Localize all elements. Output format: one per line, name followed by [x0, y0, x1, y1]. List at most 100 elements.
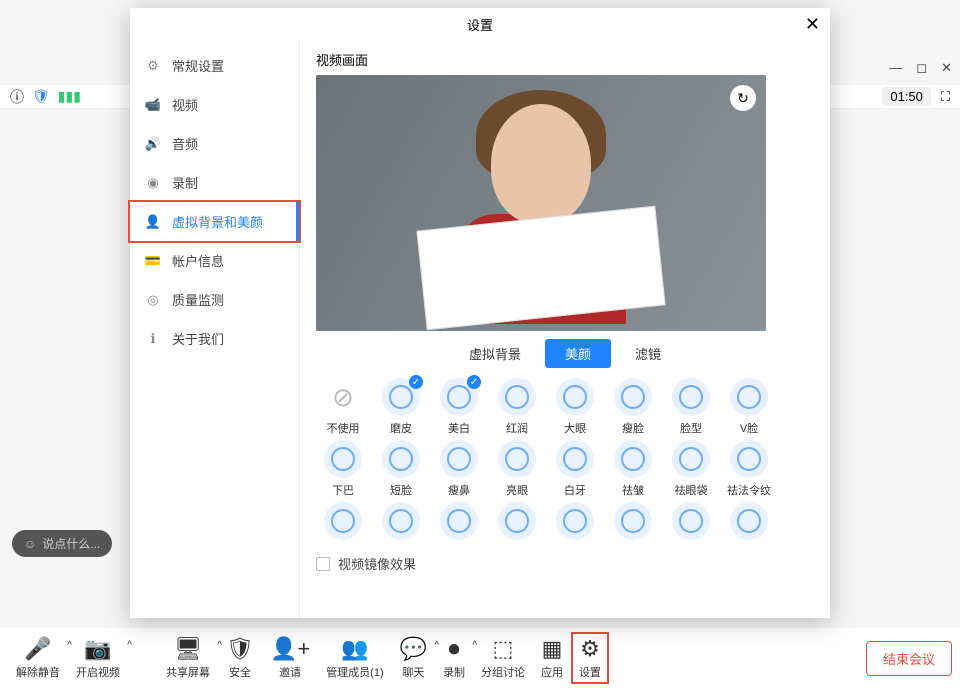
beauty-option-blank[interactable]: [432, 502, 486, 544]
toolbar-安全[interactable]: 🛡安全: [218, 632, 262, 684]
beauty-option-脸型[interactable]: 脸型: [664, 378, 718, 436]
toolbar-应用[interactable]: ▦ 应用: [533, 632, 571, 684]
mirror-checkbox[interactable]: [316, 557, 330, 571]
face-icon: [447, 447, 471, 471]
sidebar-item-虚拟背景和美颜[interactable]: 👤虚拟背景和美颜: [130, 202, 299, 241]
sidebar-item-音频[interactable]: 🔊 音频: [130, 124, 299, 163]
maximize-icon[interactable]: ◻: [916, 60, 927, 76]
beauty-option-blank[interactable]: [490, 502, 544, 544]
beauty-option-祛皱[interactable]: 祛皱: [606, 440, 660, 498]
sidebar-icon: 👤: [144, 214, 162, 230]
check-icon: ✓: [467, 375, 481, 389]
beauty-option-短脸[interactable]: 短脸: [374, 440, 428, 498]
toolbar-邀请[interactable]: 👤+ 邀请: [262, 632, 318, 684]
face-icon: [447, 385, 471, 409]
toolbar-label: 应用: [541, 664, 563, 680]
beauty-subtabs: 虚拟背景美颜滤镜: [449, 339, 681, 368]
toolbar-label: 管理成员(1): [326, 664, 383, 680]
beauty-option-blank[interactable]: [316, 502, 370, 544]
mirror-row[interactable]: 视频镜像效果: [316, 554, 814, 573]
info-icon[interactable]: ⓘ: [10, 87, 24, 107]
toolbar-分组讨论[interactable]: ⬚分组讨论: [473, 632, 533, 684]
close-window-icon[interactable]: ✕: [941, 60, 952, 76]
option-label: 脸型: [680, 420, 702, 436]
beauty-option-blank[interactable]: [664, 502, 718, 544]
face-icon: [679, 385, 703, 409]
beauty-option-blank[interactable]: [374, 502, 428, 544]
toolbar-管理成员(1)[interactable]: 👥管理成员(1): [318, 632, 391, 684]
sidebar-item-质量监测[interactable]: ◎ 质量监测: [130, 280, 299, 319]
option-label: 祛皱: [622, 482, 644, 498]
option-label: 磨皮: [390, 420, 412, 436]
beauty-option-亮眼[interactable]: 亮眼: [490, 440, 544, 498]
close-icon[interactable]: ✕: [805, 14, 820, 35]
sidebar-label: 常规设置: [172, 56, 224, 75]
check-icon: ✓: [409, 375, 423, 389]
beauty-option-下巴[interactable]: 下巴: [316, 440, 370, 498]
beauty-option-大眼[interactable]: 大眼: [548, 378, 602, 436]
toolbar-label: 聊天: [402, 664, 424, 680]
beauty-option-blank[interactable]: [606, 502, 660, 544]
option-label: 白牙: [564, 482, 586, 498]
beauty-option-blank[interactable]: [722, 502, 776, 544]
face-icon: [737, 447, 761, 471]
应用-icon: ▦: [542, 636, 563, 662]
分组讨论-icon: ⬚: [493, 636, 514, 662]
sidebar-item-视频[interactable]: 📹视频: [130, 85, 299, 124]
option-label: 瘦脸: [622, 420, 644, 436]
chat-input-pill[interactable]: ☺ 说点什么...: [12, 530, 112, 557]
end-meeting-button[interactable]: 结束会议: [866, 641, 952, 676]
rotate-camera-icon[interactable]: ↻: [730, 85, 756, 111]
fullscreen-icon[interactable]: ⛶: [941, 89, 950, 105]
face-icon: [679, 509, 703, 533]
beauty-option-磨皮[interactable]: ✓ 磨皮: [374, 378, 428, 436]
beauty-option-白牙[interactable]: 白牙: [548, 440, 602, 498]
beauty-option-V脸[interactable]: V脸: [722, 378, 776, 436]
beauty-option-祛眼袋[interactable]: 祛眼袋: [664, 440, 718, 498]
minimize-icon[interactable]: —: [889, 60, 902, 76]
sidebar-item-常规设置[interactable]: ⚙常规设置: [130, 46, 299, 85]
toolbar-开启视频[interactable]: 📷开启视频: [68, 632, 128, 684]
emoji-icon[interactable]: ☺: [24, 537, 36, 551]
sidebar-item-关于我们[interactable]: ℹ关于我们: [130, 319, 299, 358]
sidebar-item-帐户信息[interactable]: 💳帐户信息: [130, 241, 299, 280]
beauty-option-瘦鼻[interactable]: 瘦鼻: [432, 440, 486, 498]
preview-label: 视频画面: [316, 50, 814, 69]
dialog-title: 设置: [467, 15, 493, 34]
beauty-option-blank[interactable]: [548, 502, 602, 544]
video-preview: ↻: [316, 75, 766, 331]
subtab-滤镜[interactable]: 滤镜: [615, 339, 681, 368]
解除静音-icon: 🎤: [24, 636, 51, 662]
sidebar-item-录制[interactable]: ◉ 录制: [130, 163, 299, 202]
toolbar-设置[interactable]: ⚙设置: [571, 632, 609, 684]
dialog-title-bar: 设置 ✕: [130, 8, 830, 40]
sidebar-icon: ◉: [144, 175, 162, 191]
beauty-option-不使用[interactable]: 不使用: [316, 378, 370, 436]
toolbar-共享屏幕[interactable]: 🖥 共享屏幕: [158, 632, 218, 684]
beauty-option-美白[interactable]: ✓美白: [432, 378, 486, 436]
邀请-icon: 👤+: [270, 636, 310, 662]
settings-content: 视频画面 ↻ 虚拟背景美颜滤镜 不使用 ✓ 磨皮 ✓美白红润大眼瘦脸 脸型 V脸下巴短脸瘦…: [300, 40, 830, 618]
sidebar-icon: 🔊: [144, 136, 162, 152]
shield-icon[interactable]: 🛡: [32, 88, 50, 105]
共享屏幕-icon: 🖥: [174, 636, 202, 662]
sidebar-icon: ◎: [144, 292, 162, 308]
subtab-美颜[interactable]: 美颜: [545, 339, 611, 368]
face-icon: [389, 385, 413, 409]
beauty-option-红润[interactable]: 红润: [490, 378, 544, 436]
subtab-虚拟背景[interactable]: 虚拟背景: [449, 339, 541, 368]
toolbar-解除静音[interactable]: 🎤解除静音: [8, 632, 68, 684]
option-label: 瘦鼻: [448, 482, 470, 498]
toolbar-label: 共享屏幕: [166, 664, 210, 680]
beauty-option-瘦脸[interactable]: 瘦脸: [606, 378, 660, 436]
signal-icon[interactable]: ▮▮▮: [58, 88, 81, 105]
sidebar-label: 录制: [172, 173, 198, 192]
meeting-timer: 01:50: [882, 87, 931, 106]
toolbar-录制[interactable]: ⏺录制: [435, 632, 473, 684]
sidebar-label: 音频: [172, 134, 198, 153]
beauty-option-祛法令纹[interactable]: 祛法令纹: [722, 440, 776, 498]
sidebar-label: 质量监测: [172, 290, 224, 309]
toolbar-label: 邀请: [279, 664, 301, 680]
toolbar-label: 设置: [579, 664, 601, 680]
toolbar-聊天[interactable]: 💬聊天: [392, 632, 435, 684]
